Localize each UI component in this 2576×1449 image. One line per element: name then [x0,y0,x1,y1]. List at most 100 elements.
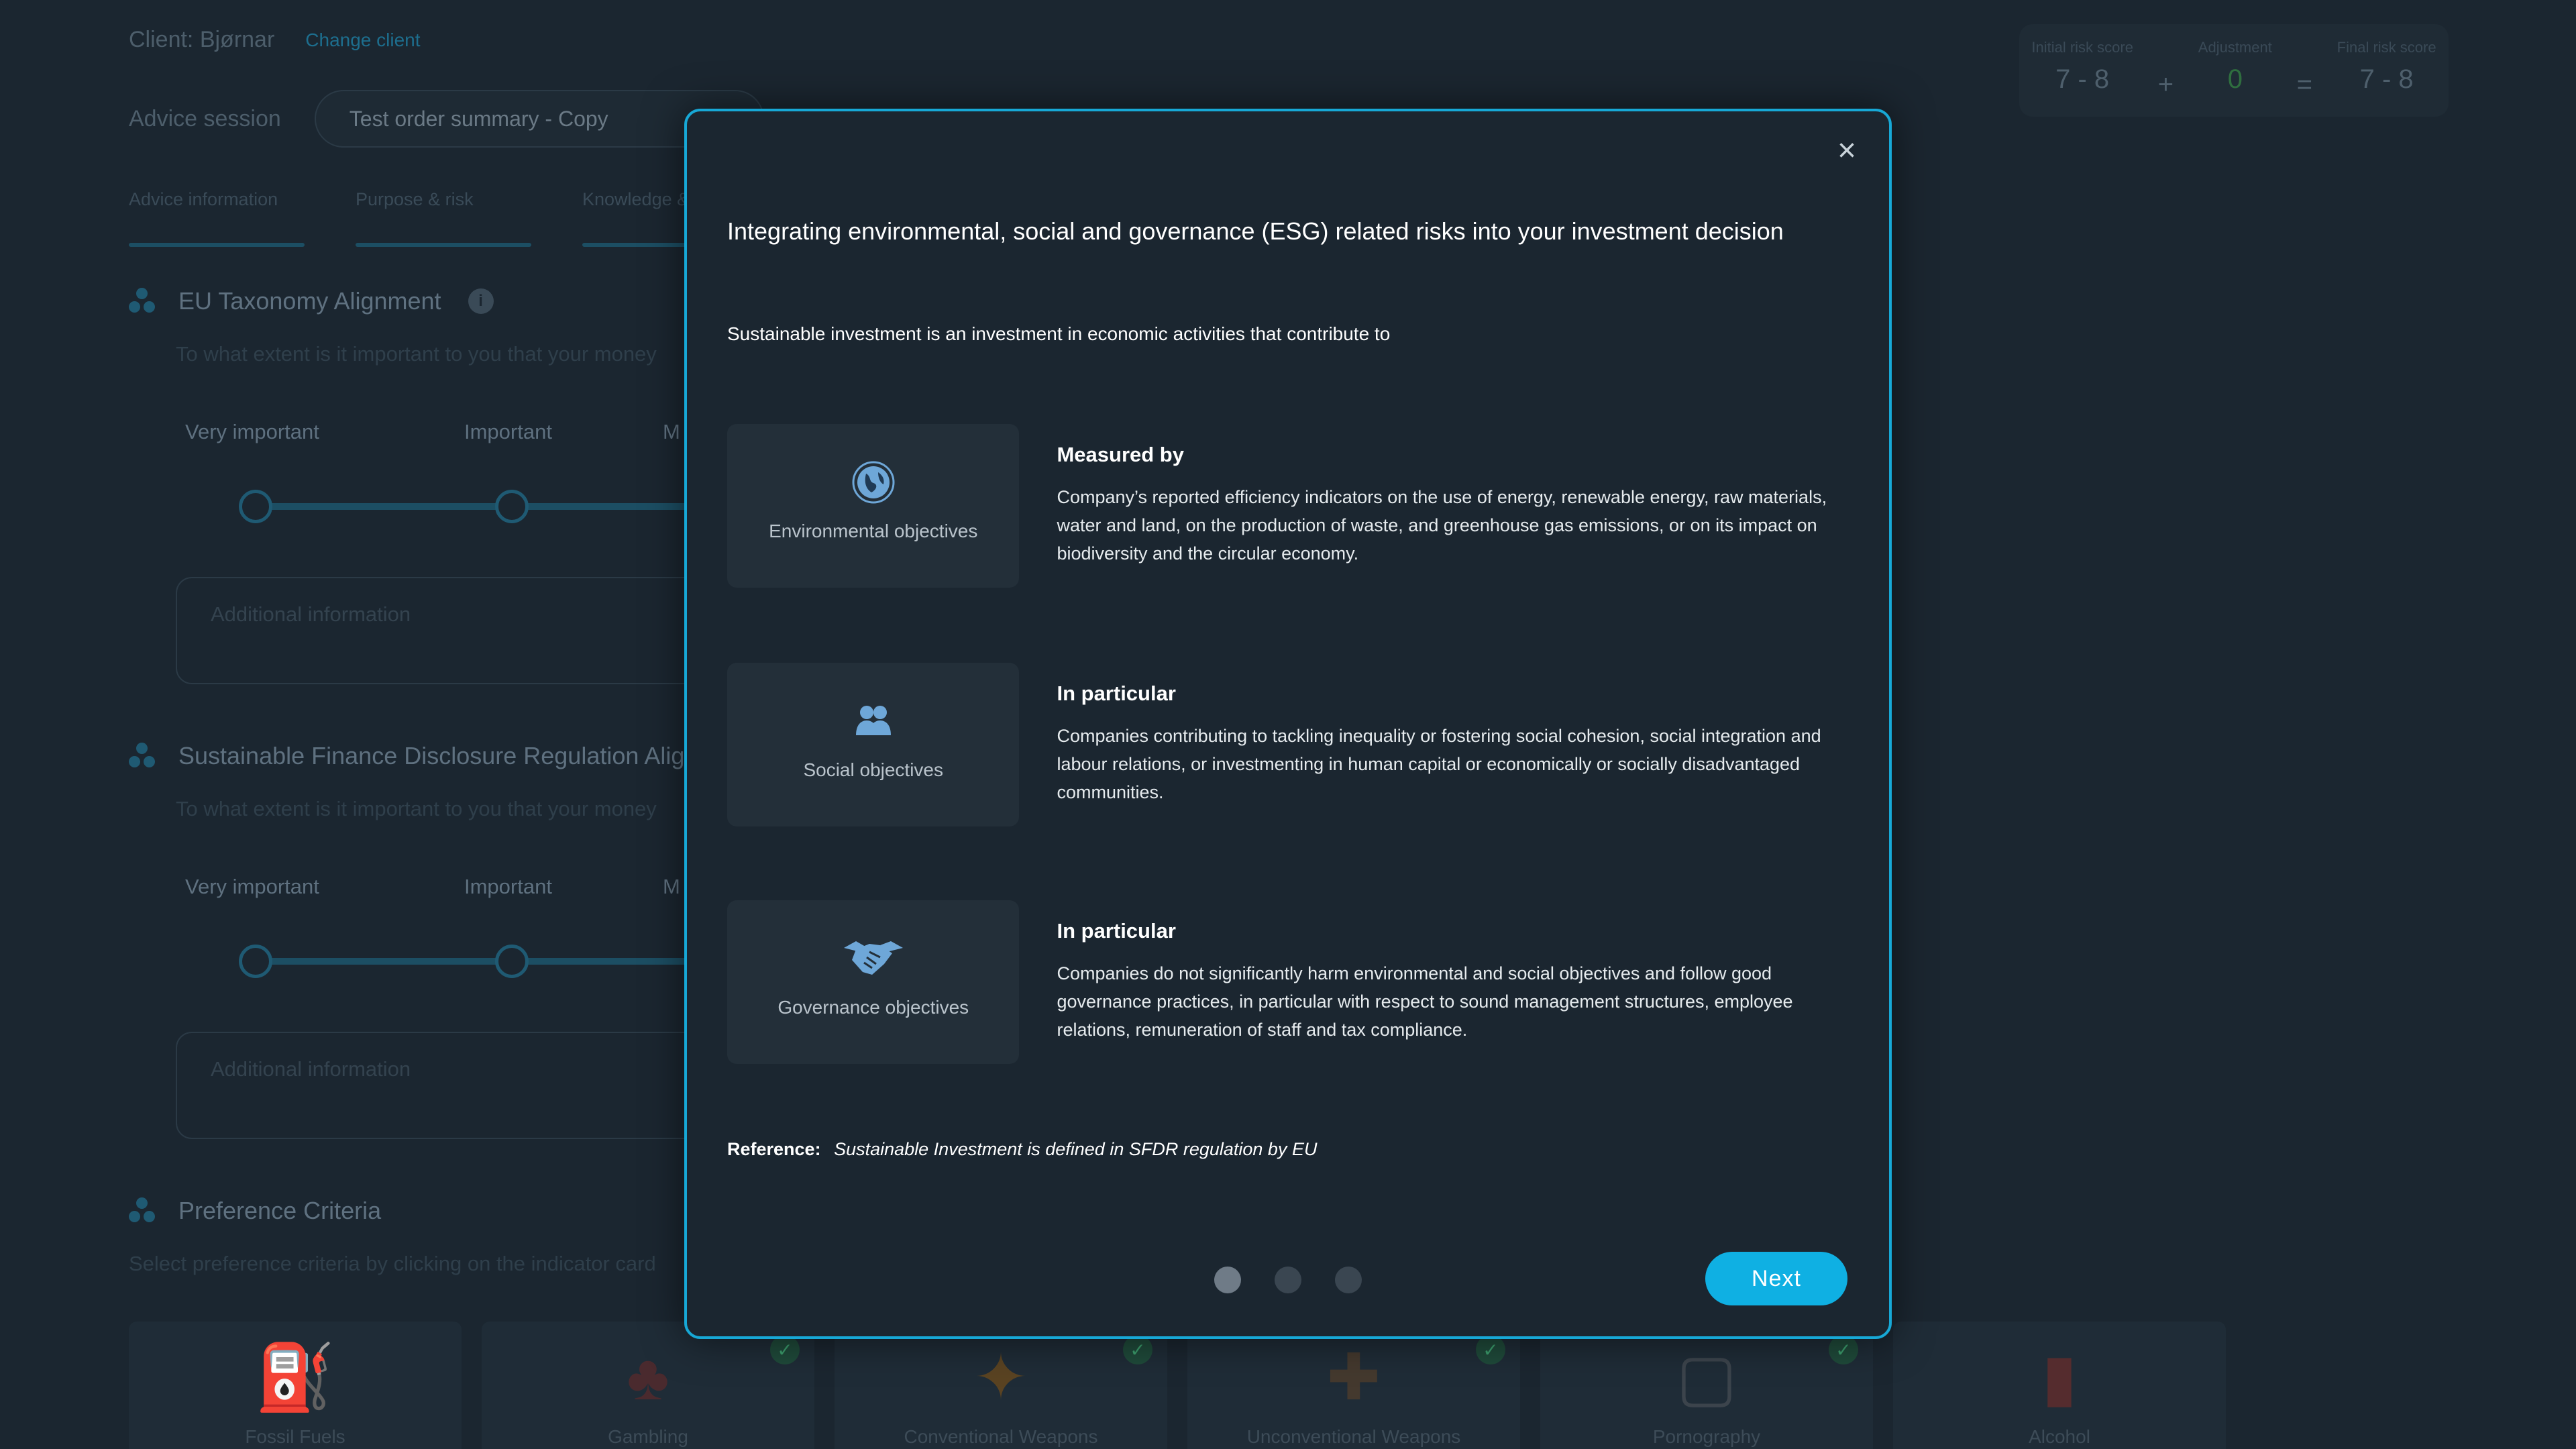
section-subtitle: Select preference criteria by clicking o… [129,1252,656,1275]
section-preference-header: Preference Criteria [129,1197,381,1225]
importance-slider-track[interactable] [255,958,724,965]
objective-row-governance: Governance objectives In particular Comp… [727,900,1854,1064]
preference-card-unconventional-weapons[interactable]: ✓ ✚ Unconventional Weapons [1187,1322,1520,1449]
section-eu-taxonomy-header: EU Taxonomy Alignment i [129,287,494,315]
bomb-icon: ✦ [973,1342,1028,1413]
tab-label: Purpose & risk [356,189,474,209]
client-row: Client: Bjørnar Change client [129,27,421,53]
tab-progress-bar [356,243,531,247]
tab-advice-information[interactable]: Advice information [129,189,305,247]
rifle-icon: ✚ [1326,1342,1381,1413]
objective-label: Environmental objectives [769,521,978,541]
scale-label: Very important [185,420,319,443]
section-subtitle: To what extent is it important to you th… [176,342,657,366]
info-icon[interactable]: i [468,288,494,314]
xxx-laptop-icon: ▢ [1676,1342,1737,1413]
change-client-link[interactable]: Change client [305,30,420,51]
check-icon: ✓ [1829,1335,1858,1364]
card-label: Unconventional Weapons [1246,1426,1461,1447]
tab-label: Advice information [129,189,278,209]
objective-heading: In particular [1057,682,1176,705]
scale-label: M [663,420,680,443]
modal-title: Integrating environmental, social and go… [727,217,1784,245]
initial-risk-score: Initial risk score 7 - 8 [2031,39,2133,117]
next-button[interactable]: Next [1705,1252,1847,1305]
section-subtitle: To what extent is it important to you th… [176,797,657,820]
objective-body: Company’s reported efficiency indicators… [1057,487,1827,564]
slider-stop-important[interactable] [495,945,529,978]
final-risk-score: Final risk score 7 - 8 [2337,39,2436,117]
risk-score-panel: Initial risk score 7 - 8 + Adjustment 0 … [2019,24,2449,117]
oil-rig-icon: ⛽ [255,1342,335,1413]
section-title: EU Taxonomy Alignment [178,287,441,315]
reference-note: Reference: Sustainable Investment is def… [727,1139,1317,1160]
preference-card-fossil-fuels[interactable]: ⛽ Fossil Fuels [129,1322,462,1449]
client-name: Client: Bjørnar [129,27,275,52]
scale-label: Very important [185,875,319,898]
check-icon: ✓ [1476,1335,1505,1364]
preference-card-conventional-weapons[interactable]: ✓ ✦ Conventional Weapons [835,1322,1167,1449]
preference-card-gambling[interactable]: ✓ ♣ Gambling [482,1322,814,1449]
slider-stop-very-important[interactable] [239,490,272,523]
equals-sign: = [2296,70,2312,99]
risk-caption: Adjustment [2198,39,2272,56]
card-label: Pornography [1652,1426,1761,1447]
close-icon[interactable]: × [1830,134,1864,168]
session-row: Advice session Test order summary - Copy [129,90,764,148]
preference-card-alcohol[interactable]: ▮ Alcohol [1893,1322,2226,1449]
objective-card: Environmental objectives [727,424,1020,588]
objective-heading: In particular [1057,919,1176,943]
risk-value: 0 [2227,64,2243,94]
check-icon: ✓ [770,1335,800,1364]
page-dot-1[interactable] [1214,1267,1241,1293]
leaf-cluster-icon [129,288,156,315]
risk-adjustment: Adjustment 0 [2198,39,2272,117]
bottle-icon: ▮ [2041,1342,2078,1413]
esg-info-modal: × Integrating environmental, social and … [684,109,1892,1339]
card-label: Conventional Weapons [904,1426,1098,1447]
globe-leaf-icon [851,459,896,506]
importance-slider-track[interactable] [255,503,724,510]
session-label: Advice session [129,105,281,131]
card-suits-icon: ♣ [627,1342,669,1413]
objective-description: Measured by Company’s reported efficienc… [1057,424,1854,588]
objective-label: Social objectives [803,759,944,780]
plus-sign: + [2157,70,2174,99]
section-sfdr-header: Sustainable Finance Disclosure Regulatio… [129,742,684,770]
objective-body: Companies do not significantly harm envi… [1057,963,1793,1040]
leaf-cluster-icon [129,743,156,769]
preference-card-pornography[interactable]: ✓ ▢ Pornography [1540,1322,1873,1449]
slider-stop-important[interactable] [495,490,529,523]
pagination-dots [1214,1267,1395,1293]
page-dot-3[interactable] [1335,1267,1362,1293]
objective-description: In particular Companies contributing to … [1057,663,1854,826]
objective-body: Companies contributing to tackling inequ… [1057,726,1821,802]
scale-label: Important [464,420,552,443]
objective-row-social: Social objectives In particular Companie… [727,663,1854,826]
tab-progress-bar [129,243,305,247]
objective-card: Social objectives [727,663,1020,826]
scale-label: Important [464,875,552,898]
risk-caption: Final risk score [2337,39,2436,56]
tab-purpose-risk[interactable]: Purpose & risk [356,189,531,247]
preference-cards: ⛽ Fossil Fuels ✓ ♣ Gambling ✓ ✦ Conventi… [129,1322,2246,1449]
people-icon [855,698,892,745]
reference-text: Sustainable Investment is defined in SFD… [834,1139,1318,1159]
scale-label: M [663,875,680,898]
objective-description: In particular Companies do not significa… [1057,900,1854,1064]
objective-label: Governance objectives [777,997,969,1018]
risk-value: 7 - 8 [2055,64,2110,94]
slider-stop-very-important[interactable] [239,945,272,978]
section-title: Sustainable Finance Disclosure Regulatio… [178,742,685,769]
section-title: Preference Criteria [178,1197,382,1224]
objective-card: Governance objectives [727,900,1020,1064]
reference-label: Reference: [727,1139,821,1159]
leaf-cluster-icon [129,1197,156,1224]
objective-row-environmental: Environmental objectives Measured by Com… [727,424,1854,588]
risk-caption: Initial risk score [2031,39,2133,56]
risk-value: 7 - 8 [2359,64,2414,94]
check-icon: ✓ [1123,1335,1152,1364]
page-dot-2[interactable] [1275,1267,1301,1293]
card-label: Gambling [608,1426,688,1447]
handshake-icon [843,935,904,982]
